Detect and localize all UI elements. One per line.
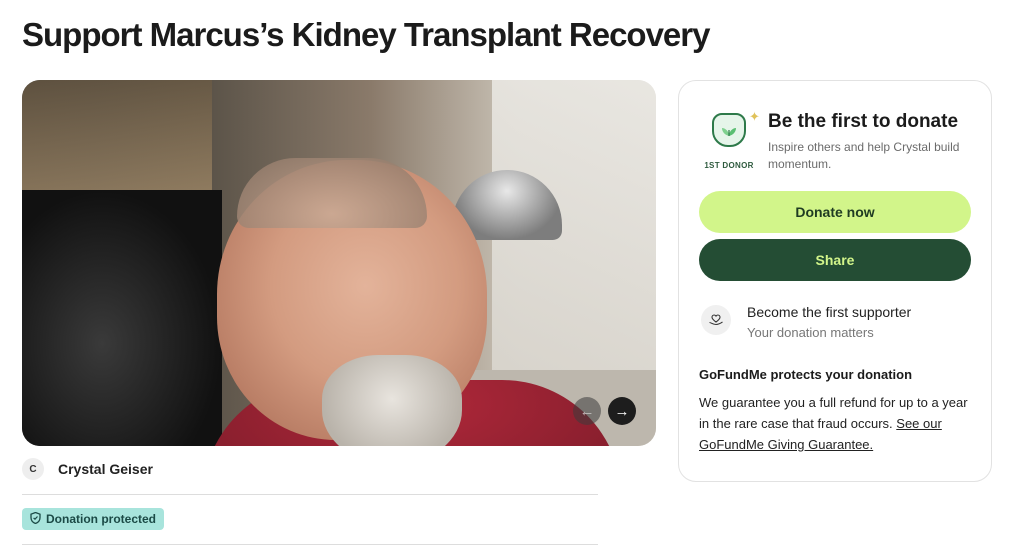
arrow-right-icon: →	[614, 402, 630, 420]
campaign-image-gallery[interactable]	[22, 80, 656, 446]
card-title: Be the first to donate	[768, 111, 959, 132]
leaf-shield-icon	[712, 113, 746, 147]
supporter-subtitle: Your donation matters	[747, 325, 874, 340]
heart-hand-icon	[701, 305, 731, 335]
background-shelf	[22, 80, 212, 190]
arrow-left-icon: ←	[579, 402, 595, 420]
page-title: Support Marcus’s Kidney Transplant Recov…	[22, 16, 710, 53]
card-subtitle: Inspire others and help Crystal build mo…	[768, 140, 960, 171]
organizer-name[interactable]: Crystal Geiser	[58, 461, 153, 477]
person-beard	[322, 355, 462, 446]
donate-now-button[interactable]: Donate now	[699, 191, 971, 233]
previous-slide-button[interactable]: ←	[573, 397, 601, 425]
protection-text: We guarantee you a full refund for up to…	[699, 392, 975, 455]
badge-label: Donation protected	[46, 512, 156, 526]
first-donor-label: 1ST DONOR	[704, 161, 754, 170]
supporter-title: Become the first supporter	[747, 304, 912, 320]
shield-icon	[30, 511, 41, 527]
divider	[22, 544, 598, 545]
organizer-avatar: C	[22, 458, 44, 480]
next-slide-button[interactable]: →	[608, 397, 636, 425]
background-chair	[22, 190, 222, 446]
donation-protected-badge[interactable]: Donation protected	[22, 508, 164, 530]
divider	[22, 494, 598, 495]
sparkle-icon: ✦	[749, 109, 760, 124]
share-button[interactable]: Share	[699, 239, 971, 281]
organizer-row: C Crystal Geiser	[22, 458, 153, 480]
protection-title: GoFundMe protects your donation	[699, 367, 913, 382]
donation-card: 1ST DONOR ✦ Be the first to donate Inspi…	[678, 80, 992, 482]
person-hair	[237, 158, 427, 228]
